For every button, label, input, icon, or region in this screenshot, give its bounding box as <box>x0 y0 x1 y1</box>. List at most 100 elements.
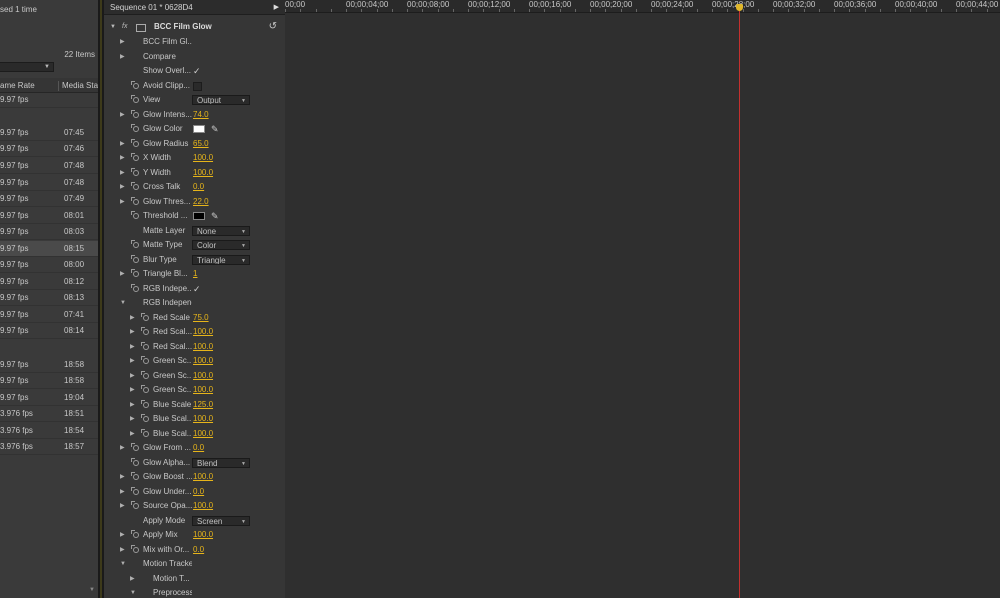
param-value[interactable]: 100.0 <box>193 325 213 339</box>
expand-triangle-icon[interactable]: ▶ <box>130 354 135 368</box>
expand-triangle-icon[interactable]: ▶ <box>130 325 135 339</box>
stopwatch-icon[interactable] <box>131 138 139 147</box>
param-value[interactable]: 75.0 <box>193 311 209 325</box>
stopwatch-icon[interactable] <box>141 414 149 422</box>
param-value[interactable]: 100.0 <box>193 528 213 542</box>
table-row[interactable]: 9.97 fps 18:58 <box>0 373 98 389</box>
param-value[interactable]: 125.0 <box>193 398 213 412</box>
playhead-handle[interactable] <box>736 4 743 11</box>
expand-triangle-icon[interactable]: ▶ <box>130 427 135 441</box>
stopwatch-icon[interactable] <box>131 501 139 509</box>
stopwatch-icon[interactable] <box>141 399 149 408</box>
param-dropdown[interactable]: Triangle ▼ <box>192 254 250 265</box>
table-row[interactable]: 9.97 fps 07:41 <box>0 307 98 323</box>
stopwatch-icon[interactable] <box>131 283 139 292</box>
expand-triangle-icon[interactable]: ▶ <box>120 108 125 122</box>
expand-triangle-icon[interactable]: ▶ <box>120 528 125 542</box>
color-swatch[interactable] <box>193 212 205 220</box>
sequence-title[interactable]: Sequence 01 * 0628D4 <box>110 0 193 15</box>
stopwatch-icon[interactable] <box>141 327 149 335</box>
table-row[interactable]: 9.97 fps 08:12 <box>0 274 98 290</box>
stopwatch-icon[interactable] <box>141 356 149 364</box>
table-row[interactable]: 9.97 fps 08:00 <box>0 257 98 273</box>
stopwatch-icon[interactable] <box>141 312 149 321</box>
param-value[interactable]: 100.0 <box>193 383 213 397</box>
stopwatch-icon[interactable] <box>131 167 139 176</box>
param-value[interactable]: 100.0 <box>193 354 213 368</box>
expand-triangle-icon[interactable]: ▶ <box>120 195 125 209</box>
param-value[interactable]: 0.0 <box>193 441 204 455</box>
expand-triangle-icon[interactable]: ▶ <box>130 383 135 397</box>
collapse-triangle-icon[interactable]: ▼ <box>110 20 116 34</box>
stopwatch-icon[interactable] <box>131 254 139 263</box>
expand-triangle-icon[interactable]: ▶ <box>120 180 125 194</box>
stopwatch-icon[interactable] <box>131 109 139 118</box>
stopwatch-icon[interactable] <box>141 385 149 393</box>
expand-triangle-icon[interactable]: ▶ <box>120 543 125 557</box>
param-dropdown[interactable]: Output ▼ <box>192 95 250 105</box>
expand-triangle-icon[interactable]: ▶ <box>130 369 135 383</box>
stopwatch-icon[interactable] <box>131 95 139 103</box>
column-divider[interactable] <box>58 81 59 91</box>
stopwatch-icon[interactable] <box>131 457 139 466</box>
param-value[interactable]: 1 <box>193 267 197 281</box>
table-row[interactable]: 9.97 fps 07:48 <box>0 158 98 174</box>
checkbox-checked[interactable]: ✓ <box>193 64 201 78</box>
param-value[interactable]: 100.0 <box>193 499 213 513</box>
param-dropdown[interactable]: Screen ▼ <box>192 515 250 526</box>
filter-dropdown[interactable]: ▼ <box>0 62 54 72</box>
param-value[interactable]: 100.0 <box>193 166 213 180</box>
stopwatch-icon[interactable] <box>131 544 139 553</box>
param-value[interactable]: 100.0 <box>193 369 213 383</box>
table-row[interactable]: 9.97 fps <box>0 92 98 108</box>
stopwatch-icon[interactable] <box>131 472 139 480</box>
stopwatch-icon[interactable] <box>141 428 149 437</box>
effect-header[interactable]: ▼ fx BCC Film Glow ↺ <box>104 20 285 34</box>
table-row[interactable]: 9.97 fps 07:49 <box>0 191 98 207</box>
expand-triangle-icon[interactable]: ▶ <box>120 50 125 64</box>
color-swatch[interactable] <box>193 125 205 133</box>
expand-triangle-icon[interactable]: ▶ <box>130 412 135 426</box>
expand-triangle-icon[interactable]: ▶ <box>130 340 135 354</box>
param-value[interactable]: 0.0 <box>193 543 204 557</box>
checkbox-unchecked[interactable] <box>193 81 202 91</box>
table-row[interactable]: 9.97 fps 07:45 <box>0 125 98 141</box>
column-media-start[interactable]: Media Sta <box>62 81 98 90</box>
param-value[interactable]: 100.0 <box>193 412 213 426</box>
stopwatch-icon[interactable] <box>141 370 149 379</box>
table-row[interactable]: 3.976 fps 18:54 <box>0 423 98 439</box>
param-value[interactable]: 100.0 <box>193 470 213 484</box>
time-ruler[interactable]: 00;00 00;00;04;00 00;00;08;00 00;00;12;00 00… <box>285 0 1000 13</box>
stopwatch-icon[interactable] <box>131 211 139 219</box>
table-row[interactable]: 9.97 fps 19:04 <box>0 390 98 406</box>
param-dropdown[interactable]: Color ▼ <box>192 240 250 250</box>
checkbox-checked[interactable]: ✓ <box>193 282 201 296</box>
collapse-triangle-icon[interactable]: ▼ <box>120 296 126 310</box>
expand-triangle-icon[interactable]: ▶ <box>130 311 135 325</box>
table-row[interactable]: 9.97 fps 18:58 <box>0 357 98 373</box>
expand-triangle-icon[interactable]: ▶ <box>120 151 125 165</box>
stopwatch-icon[interactable] <box>131 269 139 277</box>
expand-triangle-icon[interactable]: ▶ <box>120 470 125 484</box>
expand-triangle-icon[interactable]: ▶ <box>120 166 125 180</box>
stopwatch-icon[interactable] <box>131 486 139 495</box>
table-row[interactable]: 3.976 fps 18:57 <box>0 439 98 455</box>
param-value[interactable]: 100.0 <box>193 151 213 165</box>
expand-triangle-icon[interactable]: ▶ <box>120 499 125 513</box>
stopwatch-icon[interactable] <box>131 196 139 205</box>
stopwatch-icon[interactable] <box>131 443 139 451</box>
eyedropper-icon[interactable]: ✎ <box>211 209 219 223</box>
expand-triangle-icon[interactable]: ▶ <box>130 398 135 412</box>
table-row[interactable]: 9.97 fps 08:14 <box>0 323 98 339</box>
table-row[interactable]: 9.97 fps 08:15 <box>0 241 98 257</box>
param-value[interactable]: 100.0 <box>193 340 213 354</box>
expand-triangle-icon[interactable]: ▶ <box>130 572 135 586</box>
reset-icon[interactable]: ↺ <box>269 20 277 34</box>
stopwatch-icon[interactable] <box>131 240 139 248</box>
expand-triangle-icon[interactable]: ▶ <box>120 485 125 499</box>
param-dropdown[interactable]: None ▼ <box>192 225 250 236</box>
param-value[interactable]: 100.0 <box>193 427 213 441</box>
table-row[interactable]: 9.97 fps 07:48 <box>0 175 98 191</box>
expand-triangle-icon[interactable]: ▶ <box>120 267 125 281</box>
stopwatch-icon[interactable] <box>131 80 139 89</box>
